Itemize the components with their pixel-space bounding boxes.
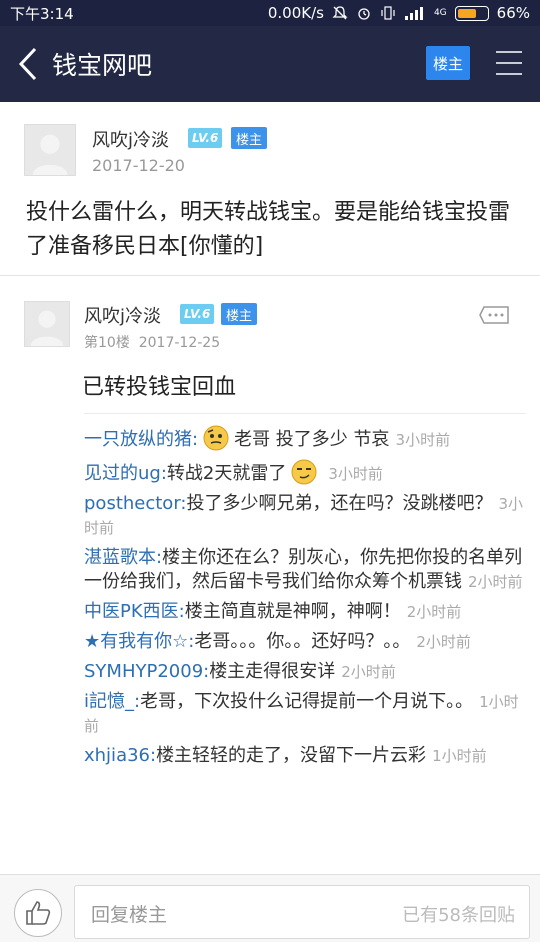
reply-time: 3小时前 xyxy=(328,465,383,483)
comment-more-icon[interactable] xyxy=(478,305,510,325)
menu-icon[interactable] xyxy=(494,48,524,78)
reply-time: 2小时前 xyxy=(341,663,396,681)
owner-only-button[interactable]: 楼主 xyxy=(426,46,470,80)
reply-text: 转战2天就雷了 xyxy=(166,463,287,484)
reply-author[interactable]: ★有我有你☆: xyxy=(84,631,194,652)
reply-time: 2小时前 xyxy=(416,633,471,651)
reply-text: 楼主轻轻的走了，没留下一片云彩 xyxy=(156,745,427,766)
thumbs-up-icon xyxy=(26,901,51,925)
floor-number: 第10楼 xyxy=(84,335,130,351)
level-badge: LV.6 xyxy=(188,128,223,148)
status-time: 下午3:14 xyxy=(10,4,74,23)
smirk-emoji-icon xyxy=(291,459,317,485)
reply-author[interactable]: i記憶_: xyxy=(84,691,140,712)
reply-text: 老哥 投了多少 节哀 xyxy=(234,429,390,450)
reply-time: 3小时前 xyxy=(395,431,451,449)
reply-placeholder: 回复楼主 xyxy=(91,904,168,926)
sub-reply[interactable]: 中医PK西医:楼主简直就是神啊，神啊！ 2小时前 xyxy=(84,600,526,624)
back-icon[interactable] xyxy=(6,26,50,102)
battery-fill xyxy=(457,8,477,18)
username[interactable]: 风吹j冷淡 xyxy=(84,302,161,328)
status-right: 0.00K/s 4G 66% xyxy=(268,4,530,22)
sub-reply[interactable]: i記憶_:老哥，下次投什么记得提前一个月说下。。 1小时前 xyxy=(84,690,526,738)
page-title: 钱宝网吧 xyxy=(52,51,153,80)
sub-reply[interactable]: 一只放纵的猪: 老哥 投了多少 节哀 3小时前 xyxy=(84,424,526,452)
original-post: 风吹j冷淡 LV.6 楼主 2017-12-20 投什么雷什么，明天转战钱宝。要… xyxy=(0,102,540,276)
reply-text: 楼主走得很安详 xyxy=(209,661,336,682)
alarm-icon xyxy=(358,8,370,20)
sub-reply-list: 一只放纵的猪: 老哥 投了多少 节哀 3小时前 见过的ug:转战2天就雷了 3小时前 … xyxy=(84,413,526,774)
avatar[interactable] xyxy=(24,124,76,176)
battery-icon xyxy=(454,5,489,21)
post-content: 投什么雷什么，明天转战钱宝。要是能给钱宝投雷了准备移民日本[你懂的] xyxy=(26,200,511,259)
network-type: 4G xyxy=(433,8,447,18)
reply-author[interactable]: xhjia36: xyxy=(84,745,156,766)
floor-post: 风吹j冷淡 LV.6 楼主 第10楼 2017-12-25 已转投钱宝回血 一只… xyxy=(0,277,540,874)
sub-reply[interactable]: ★有我有你☆:老哥。。。你。。还好吗？。。 2小时前 xyxy=(84,630,526,654)
nav-bar: 钱宝网吧 楼主 xyxy=(0,26,540,102)
avatar[interactable] xyxy=(24,301,70,347)
vibrate-icon xyxy=(381,6,395,20)
like-button[interactable] xyxy=(14,889,62,937)
reply-author[interactable]: 中医PK西医: xyxy=(84,601,185,622)
battery-percent: 66% xyxy=(496,4,530,22)
reply-text: 老哥，下次投什么记得提前一个月说下。。 xyxy=(140,691,474,712)
floor-meta: 第10楼 2017-12-25 xyxy=(84,332,220,352)
reply-time: 2小时前 xyxy=(406,603,462,621)
username[interactable]: 风吹j冷淡 xyxy=(92,126,169,152)
sub-reply[interactable]: 湛蓝歌本:楼主你还在么？别灰心，你先把你投的名单列一份给我们，然后留卡号我们给你… xyxy=(84,546,526,594)
default-avatar-icon xyxy=(32,134,68,175)
owner-badge: 楼主 xyxy=(221,303,258,325)
reply-text: 楼主简直就是神啊，神啊！ xyxy=(184,601,401,622)
default-avatar-icon xyxy=(30,310,64,346)
reply-author[interactable]: 见过的ug: xyxy=(84,463,167,484)
sub-reply[interactable]: xhjia36:楼主轻轻的走了，没留下一片云彩 1小时前 xyxy=(84,744,526,768)
reply-count: 已有58条回贴 xyxy=(402,905,515,926)
floor-content: 已转投钱宝回血 xyxy=(82,375,237,400)
reply-input[interactable]: 回复楼主 已有58条回贴 xyxy=(74,885,530,939)
reply-text: 投了多少啊兄弟，还在吗？没跳楼吧？ xyxy=(186,493,493,514)
thinking-emoji-icon xyxy=(203,425,229,451)
bottom-bar: 回复楼主 已有58条回贴 xyxy=(0,874,540,942)
signal-icon xyxy=(404,7,423,20)
sub-reply[interactable]: SYMHYP2009:楼主走得很安详 2小时前 xyxy=(84,660,526,684)
reply-text: 老哥。。。你。。还好吗？。。 xyxy=(194,631,411,652)
sub-reply[interactable]: posthector:投了多少啊兄弟，还在吗？没跳楼吧？ 3小时前 xyxy=(84,492,526,540)
reply-time: 1小时前 xyxy=(432,747,487,765)
reply-author[interactable]: SYMHYP2009: xyxy=(84,661,209,682)
reply-author[interactable]: posthector: xyxy=(84,493,186,514)
reply-author[interactable]: 湛蓝歌本: xyxy=(84,547,162,568)
post-date: 2017-12-20 xyxy=(92,156,185,175)
owner-badge: 楼主 xyxy=(231,127,268,149)
status-bar: 下午3:14 0.00K/s 4G 66% xyxy=(0,0,540,26)
reply-time: 2小时前 xyxy=(468,573,523,591)
floor-date: 2017-12-25 xyxy=(138,335,221,351)
sub-reply[interactable]: 见过的ug:转战2天就雷了 3小时前 xyxy=(84,458,526,486)
network-speed: 0.00K/s xyxy=(267,4,324,22)
reply-author[interactable]: 一只放纵的猪: xyxy=(84,429,198,450)
mute-icon xyxy=(332,6,348,20)
level-badge: LV.6 xyxy=(180,304,215,324)
